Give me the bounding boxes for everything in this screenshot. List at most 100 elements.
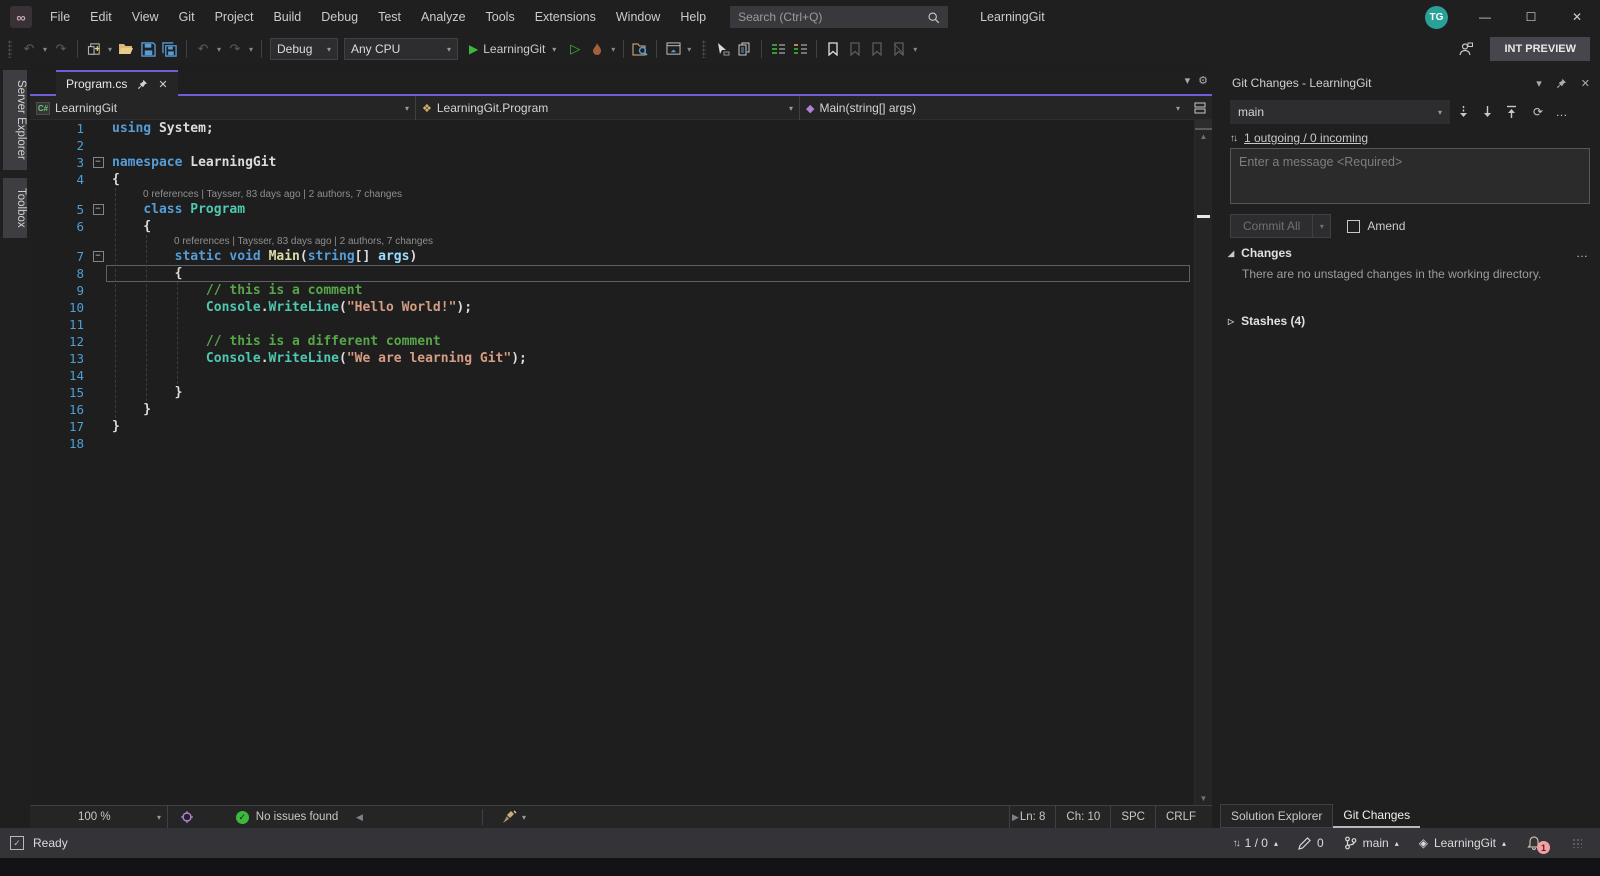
outgoing-incoming-link[interactable]: 1 outgoing / 0 incoming xyxy=(1244,131,1368,145)
current-branch-button[interactable]: main ▴ xyxy=(1344,836,1399,850)
amend-checkbox[interactable] xyxy=(1347,220,1360,233)
find-in-files-icon[interactable] xyxy=(630,38,650,60)
document-tab-program-cs[interactable]: Program.cs ✕ xyxy=(56,70,178,96)
toolbox-tab[interactable]: Toolbox xyxy=(3,178,27,238)
code-line-3[interactable]: 3−namespace LearningGit xyxy=(30,154,1194,171)
fold-marker[interactable]: − xyxy=(84,201,112,218)
code-line-12[interactable]: 12 // this is a different comment xyxy=(30,333,1194,350)
redo-icon[interactable]: ↷ xyxy=(225,38,245,60)
platform-combo[interactable]: Any CPU▾ xyxy=(344,38,458,60)
codelens-info[interactable]: 0 references | Taysser, 83 days ago | 2 … xyxy=(30,235,1194,248)
close-button[interactable]: ✕ xyxy=(1554,0,1600,34)
undo-dropdown[interactable]: ▾ xyxy=(214,45,224,54)
bookmark-overflow-dropdown[interactable]: ▾ xyxy=(910,45,920,54)
hot-reload-dropdown[interactable]: ▾ xyxy=(608,45,618,54)
code-line-14[interactable]: 14 xyxy=(30,367,1194,384)
code-line-17[interactable]: 17} xyxy=(30,418,1194,435)
expand-icon[interactable]: ▷ xyxy=(1228,317,1234,326)
save-all-icon[interactable] xyxy=(160,38,180,60)
code-line-1[interactable]: 1using System; xyxy=(30,120,1194,137)
code-line-8[interactable]: 8 { xyxy=(30,265,1194,282)
split-editor-handle[interactable] xyxy=(1195,120,1212,130)
whitespace-indicator[interactable]: SPC xyxy=(1110,806,1155,828)
panel-menu-dropdown[interactable]: ▾ xyxy=(1536,77,1542,90)
code-line-6[interactable]: 6 { xyxy=(30,218,1194,235)
panel-title-bar[interactable]: Git Changes - LearningGit ▾ ✕ xyxy=(1232,72,1590,94)
more-actions-icon[interactable]: … xyxy=(1554,105,1570,119)
sync-commits-button[interactable]: ↑↓ 1 / 0 ▴ xyxy=(1233,836,1278,850)
save-icon[interactable] xyxy=(138,38,158,60)
intellicode-icon[interactable] xyxy=(176,806,198,828)
document-outline-icon[interactable] xyxy=(735,38,755,60)
navigate-back-icon[interactable]: ↶ xyxy=(19,38,39,60)
sync-namespace-dropdown[interactable]: ▾ xyxy=(684,45,694,54)
toolbar-grip[interactable] xyxy=(702,40,706,58)
zoom-control[interactable]: 100 %▾ xyxy=(72,806,168,828)
pin-icon[interactable] xyxy=(137,79,148,90)
line-ending-indicator[interactable]: CRLF xyxy=(1155,806,1206,828)
menu-tools[interactable]: Tools xyxy=(476,10,525,24)
fetch-icon[interactable] xyxy=(1458,105,1474,119)
server-explorer-tab[interactable]: Server Explorer xyxy=(3,70,27,170)
pin-icon[interactable] xyxy=(1556,78,1567,89)
navigate-back-dropdown[interactable]: ▾ xyxy=(40,45,50,54)
undo-icon[interactable]: ↶ xyxy=(193,38,213,60)
send-feedback-icon[interactable] xyxy=(1455,38,1475,60)
notifications-button[interactable]: 1 xyxy=(1526,834,1546,852)
code-line-4[interactable]: 4{ xyxy=(30,171,1194,188)
menu-edit[interactable]: Edit xyxy=(80,10,122,24)
current-repo-button[interactable]: ◈ LearningGit ▴ xyxy=(1419,836,1506,850)
solution-explorer-tab[interactable]: Solution Explorer xyxy=(1220,804,1333,828)
menu-build[interactable]: Build xyxy=(263,10,311,24)
document-list-dropdown[interactable]: ▾ xyxy=(1185,74,1191,87)
close-tab-icon[interactable]: ✕ xyxy=(158,78,167,91)
menu-debug[interactable]: Debug xyxy=(311,10,368,24)
code-line-18[interactable]: 18 xyxy=(30,435,1194,452)
toolbar-grip[interactable] xyxy=(8,40,12,58)
open-file-icon[interactable] xyxy=(116,38,136,60)
previous-bookmark-icon[interactable] xyxy=(845,38,865,60)
scroll-down-icon[interactable]: ▼ xyxy=(1195,794,1212,803)
menu-project[interactable]: Project xyxy=(205,10,264,24)
menu-test[interactable]: Test xyxy=(368,10,411,24)
menu-analyze[interactable]: Analyze xyxy=(411,10,475,24)
code-line-11[interactable]: 11 xyxy=(30,316,1194,333)
code-line-7[interactable]: 7− static void Main(string[] args) xyxy=(30,248,1194,265)
code-line-10[interactable]: 10 Console.WriteLine("Hello World!"); xyxy=(30,299,1194,316)
collapse-icon[interactable]: ◢ xyxy=(1228,249,1234,258)
navigate-forward-icon[interactable]: ↷ xyxy=(51,38,71,60)
changes-more-icon[interactable]: … xyxy=(1576,246,1590,260)
health-indicator[interactable]: ✓ No issues found xyxy=(202,806,372,828)
code-line-15[interactable]: 15 } xyxy=(30,384,1194,401)
search-input[interactable]: Search (Ctrl+Q) xyxy=(730,6,948,28)
unpushed-edits-button[interactable]: 0 xyxy=(1298,836,1324,850)
commit-options-dropdown[interactable]: ▾ xyxy=(1313,214,1331,238)
menu-view[interactable]: View xyxy=(122,10,169,24)
hscroll-left-icon[interactable]: ◀ xyxy=(356,812,363,823)
solution-explorer-home-icon[interactable] xyxy=(663,38,683,60)
select-pointer-icon[interactable] xyxy=(713,38,733,60)
commit-all-button[interactable]: Commit All xyxy=(1230,214,1313,238)
next-bookmark-icon[interactable] xyxy=(867,38,887,60)
toggle-bookmark-icon[interactable] xyxy=(823,38,843,60)
menu-file[interactable]: File xyxy=(40,10,80,24)
stashes-section-header[interactable]: ▷ Stashes (4) xyxy=(1228,314,1590,328)
menu-git[interactable]: Git xyxy=(169,10,205,24)
start-without-debugging-icon[interactable]: ▷ xyxy=(565,38,585,60)
push-icon[interactable] xyxy=(1506,105,1522,119)
code-line-13[interactable]: 13 Console.WriteLine("We are learning Gi… xyxy=(30,350,1194,367)
git-changes-tab[interactable]: Git Changes xyxy=(1333,804,1420,828)
code-line-5[interactable]: 5− class Program xyxy=(30,201,1194,218)
member-dropdown[interactable]: ◆ Main(string[] args)▾ xyxy=(800,96,1186,120)
type-dropdown[interactable]: ❖ LearningGit.Program▾ xyxy=(416,96,800,120)
refresh-icon[interactable]: ⟳ xyxy=(1530,105,1546,119)
clear-bookmarks-icon[interactable] xyxy=(889,38,909,60)
close-panel-icon[interactable]: ✕ xyxy=(1581,77,1590,90)
indent-decrease-icon[interactable] xyxy=(768,38,788,60)
search-icon[interactable] xyxy=(927,11,940,24)
pull-icon[interactable] xyxy=(1482,105,1498,119)
changes-section-header[interactable]: ◢ Changes … xyxy=(1228,246,1590,260)
int-preview-button[interactable]: INT PREVIEW xyxy=(1490,37,1590,61)
vertical-scrollbar[interactable]: ▲ ▼ xyxy=(1194,120,1212,805)
commit-message-input[interactable]: Enter a message <Required> xyxy=(1230,148,1590,204)
